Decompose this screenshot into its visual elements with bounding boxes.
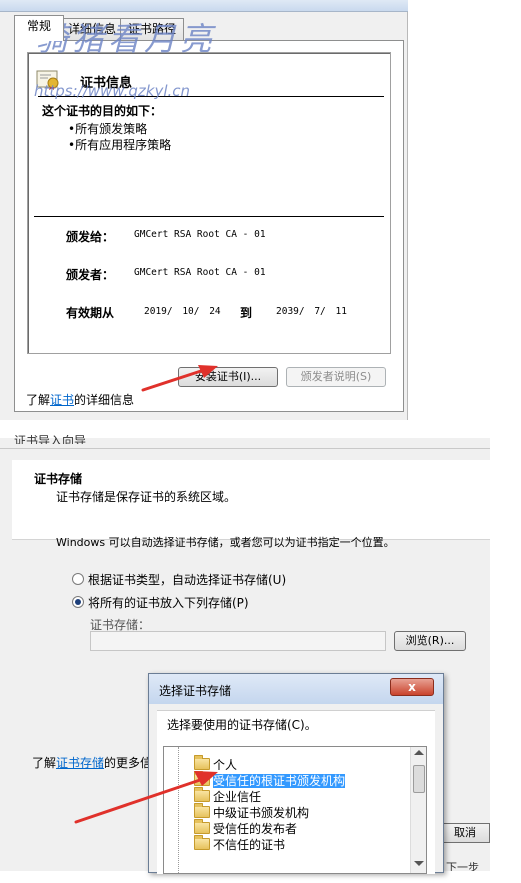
cancel-button[interactable]: 取消 [440,823,490,843]
wizard-title: 证书导入向导 [14,435,87,444]
red-arrow-bottom [74,771,218,824]
dialog-title-strip [0,0,408,12]
tree-scrollbar[interactable] [410,747,426,873]
scroll-thumb[interactable] [413,765,425,793]
radio-manual-label: 将所有的证书放入下列存储(P) [88,596,249,610]
valid-to-value: 2039/ 7/ 11 [276,306,347,317]
radio-manual-store[interactable] [72,596,84,608]
purpose-item: •所有应用程序策略 [68,138,172,152]
footer-prefix: 了解 [32,756,57,770]
red-arrow-top [141,365,218,392]
close-icon[interactable]: x [390,678,434,696]
scroll-up-icon[interactable] [414,750,424,755]
popup-instruction: 选择要使用的证书存储(C)。 [167,718,317,732]
purpose-heading: 这个证书的目的如下： [42,104,163,118]
footer-suffix: 的详细信息 [74,393,135,407]
cert-details-link[interactable]: 证书 [50,393,74,407]
popup-title: 选择证书存储 [159,684,232,698]
issuer-statement-button[interactable]: 颁发者说明(S) [286,367,386,387]
valid-from-value: 2019/ 10/ 24 [144,306,221,317]
issued-by-label: 颁发者： [66,268,115,282]
issued-by-value: GMCert RSA Root CA - 01 [134,267,266,278]
radio-auto-label: 根据证书类型，自动选择证书存储(U) [88,573,287,587]
next-button-partial[interactable]: 下一步 [446,862,479,871]
wizard-heading: 证书存储 [34,472,83,486]
valid-to-word: 到 [240,306,253,320]
browse-button[interactable]: 浏览(R)... [394,631,466,651]
tree-item-untrusted-certs[interactable]: 不信任的证书 [194,835,285,853]
radio-auto-store[interactable] [72,573,84,585]
issued-to-value: GMCert RSA Root CA - 01 [134,229,266,240]
selected-store-label: 受信任的根证书颁发机构 [213,774,346,788]
valid-from-label: 有效期从 [66,306,115,320]
store-field[interactable] [90,631,386,651]
footer-prefix: 了解 [26,393,51,407]
watermark-title: 骑猪看月亮 [36,20,217,58]
purpose-item: •所有颁发策略 [68,122,148,136]
certificate-dialog: 常规 详细信息 证书路径 证书信息 这个证书的目的如下： •所有颁发策略 •所有… [0,0,408,420]
wizard-description: Windows 可以自动选择证书存储，或者您可以为证书指定一个位置。 [56,536,395,549]
folder-icon [194,835,210,850]
title-divider [0,448,490,449]
issued-to-label: 颁发给： [66,230,115,244]
divider-mid [34,216,384,217]
tab-general[interactable]: 常规 [14,15,64,41]
scroll-down-icon[interactable] [414,861,424,866]
watermark-url: https://www.qzkyl.cn [34,82,191,100]
wizard-subheading: 证书存储是保存证书的系统区域。 [56,490,237,504]
cert-details-footer: 了解证书的详细信息 [26,391,134,408]
